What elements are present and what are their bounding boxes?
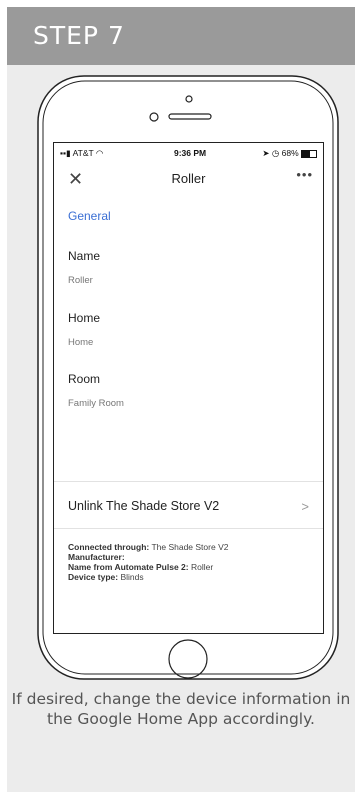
status-time: 9:36 PM [174,148,207,158]
step-caption: If desired, change the device informatio… [11,690,351,728]
field-name-label: Name [68,249,101,263]
status-bar: ▪▪▮ AT&T ◠ 9:36 PM ➤ ◷ 68% [54,143,323,161]
more-options-icon[interactable]: ••• [296,167,313,182]
phone-illustration: ▪▪▮ AT&T ◠ 9:36 PM ➤ ◷ 68% ✕ Roller ••• … [37,75,339,680]
step-title: STEP 7 [7,7,355,65]
app-top-bar: ✕ Roller ••• [54,161,323,195]
info-type: Device type: Blinds [68,572,144,582]
phone-screen: ▪▪▮ AT&T ◠ 9:36 PM ➤ ◷ 68% ✕ Roller ••• … [53,142,324,634]
divider [54,481,323,482]
field-name[interactable]: Name Roller [68,249,308,286]
field-home-value: Home [68,337,94,348]
device-info: Connected through: The Shade Store V2 Ma… [68,542,228,582]
battery-icon [301,149,317,158]
field-home[interactable]: Home Home [68,311,308,348]
info-connected: Connected through: The Shade Store V2 [68,542,229,552]
info-manufacturer: Manufacturer: [68,552,125,562]
field-room[interactable]: Room Family Room [68,372,308,409]
carrier-label: ▪▪▮ AT&T ◠ [60,148,104,158]
field-room-label: Room [68,372,101,386]
info-name: Name from Automate Pulse 2: Roller [68,562,214,572]
chevron-right-icon: > [301,499,309,514]
field-room-value: Family Room [68,398,124,409]
device-title: Roller [171,171,206,186]
status-right: ➤ ◷ 68% [262,148,317,159]
section-general: General [68,209,111,223]
field-home-label: Home [68,311,101,325]
step-card: STEP 7 ▪▪▮ AT&T ◠ 9:36 PM ➤ ◷ 68% ✕ Roll… [7,7,355,792]
divider [54,528,323,529]
unlink-button[interactable]: Unlink The Shade Store V2 [68,499,219,513]
field-name-value: Roller [68,275,93,286]
